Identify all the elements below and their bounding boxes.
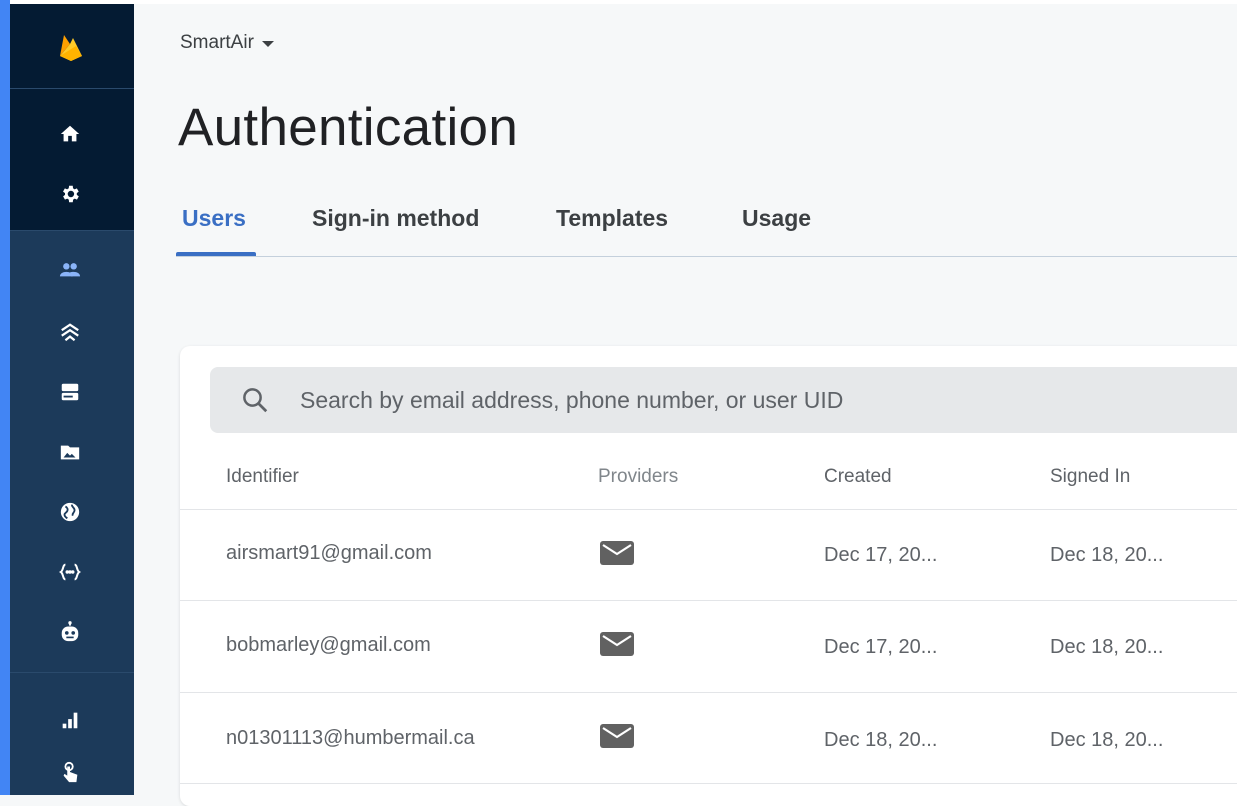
column-header-created[interactable]: Created bbox=[824, 466, 892, 488]
engage-icon[interactable] bbox=[58, 760, 82, 784]
column-header-providers: Providers bbox=[598, 466, 679, 487]
ml-kit-icon[interactable] bbox=[58, 620, 82, 644]
storage-icon[interactable] bbox=[58, 440, 82, 464]
email-icon bbox=[600, 541, 634, 565]
row-divider bbox=[180, 692, 1237, 693]
users-card: Identifier Providers Created Signed In a… bbox=[180, 346, 1237, 806]
column-header-identifier[interactable]: Identifier bbox=[226, 466, 299, 488]
top-strip bbox=[0, 0, 1237, 4]
sidebar bbox=[10, 4, 134, 795]
row-divider bbox=[180, 600, 1237, 601]
firebase-logo[interactable] bbox=[56, 32, 86, 62]
cell-signed-in: Dec 18, 20... bbox=[1050, 729, 1164, 751]
firestore-icon[interactable] bbox=[58, 380, 82, 404]
tab-sign-in-method[interactable]: Sign-in method bbox=[312, 205, 479, 232]
tab-usage[interactable]: Usage bbox=[742, 205, 811, 232]
realtime-database-icon[interactable] bbox=[58, 320, 82, 344]
cell-created: Dec 17, 20... bbox=[824, 636, 938, 658]
hosting-icon[interactable] bbox=[58, 500, 82, 524]
row-divider bbox=[180, 509, 1237, 510]
search-icon bbox=[243, 388, 268, 413]
sidebar-divider bbox=[10, 672, 134, 673]
analytics-icon[interactable] bbox=[58, 708, 82, 732]
sidebar-divider bbox=[10, 88, 134, 89]
cell-signed-in: Dec 18, 20... bbox=[1050, 544, 1164, 566]
users-icon[interactable] bbox=[58, 258, 82, 282]
project-selector[interactable]: SmartAir bbox=[180, 32, 274, 54]
row-divider bbox=[180, 783, 1237, 784]
window-edge bbox=[0, 0, 10, 795]
cell-created: Dec 17, 20... bbox=[824, 544, 938, 566]
home-icon[interactable] bbox=[58, 122, 82, 146]
project-name: SmartAir bbox=[180, 32, 254, 53]
tab-templates[interactable]: Templates bbox=[556, 205, 668, 232]
tab-bar: Users Sign-in method Templates Usage bbox=[180, 205, 1237, 257]
email-icon bbox=[600, 724, 634, 748]
sidebar-divider bbox=[10, 230, 134, 231]
column-header-signed-in[interactable]: Signed In bbox=[1050, 466, 1130, 488]
active-tab-indicator bbox=[176, 252, 256, 256]
tab-users[interactable]: Users bbox=[182, 205, 246, 232]
email-icon bbox=[600, 632, 634, 656]
tab-divider bbox=[176, 256, 1237, 257]
page-title: Authentication bbox=[178, 98, 519, 157]
cell-created: Dec 18, 20... bbox=[824, 729, 938, 751]
gear-icon[interactable] bbox=[58, 182, 82, 206]
search-input[interactable] bbox=[298, 385, 1202, 415]
cell-identifier: airsmart91@gmail.com bbox=[226, 542, 432, 564]
cell-signed-in: Dec 18, 20... bbox=[1050, 636, 1164, 658]
chevron-down-icon bbox=[261, 41, 274, 47]
search-bar[interactable] bbox=[210, 367, 1237, 433]
functions-icon[interactable] bbox=[58, 560, 82, 584]
cell-identifier: n01301113@humbermail.ca bbox=[226, 727, 475, 749]
cell-identifier: bobmarley@gmail.com bbox=[226, 634, 431, 656]
